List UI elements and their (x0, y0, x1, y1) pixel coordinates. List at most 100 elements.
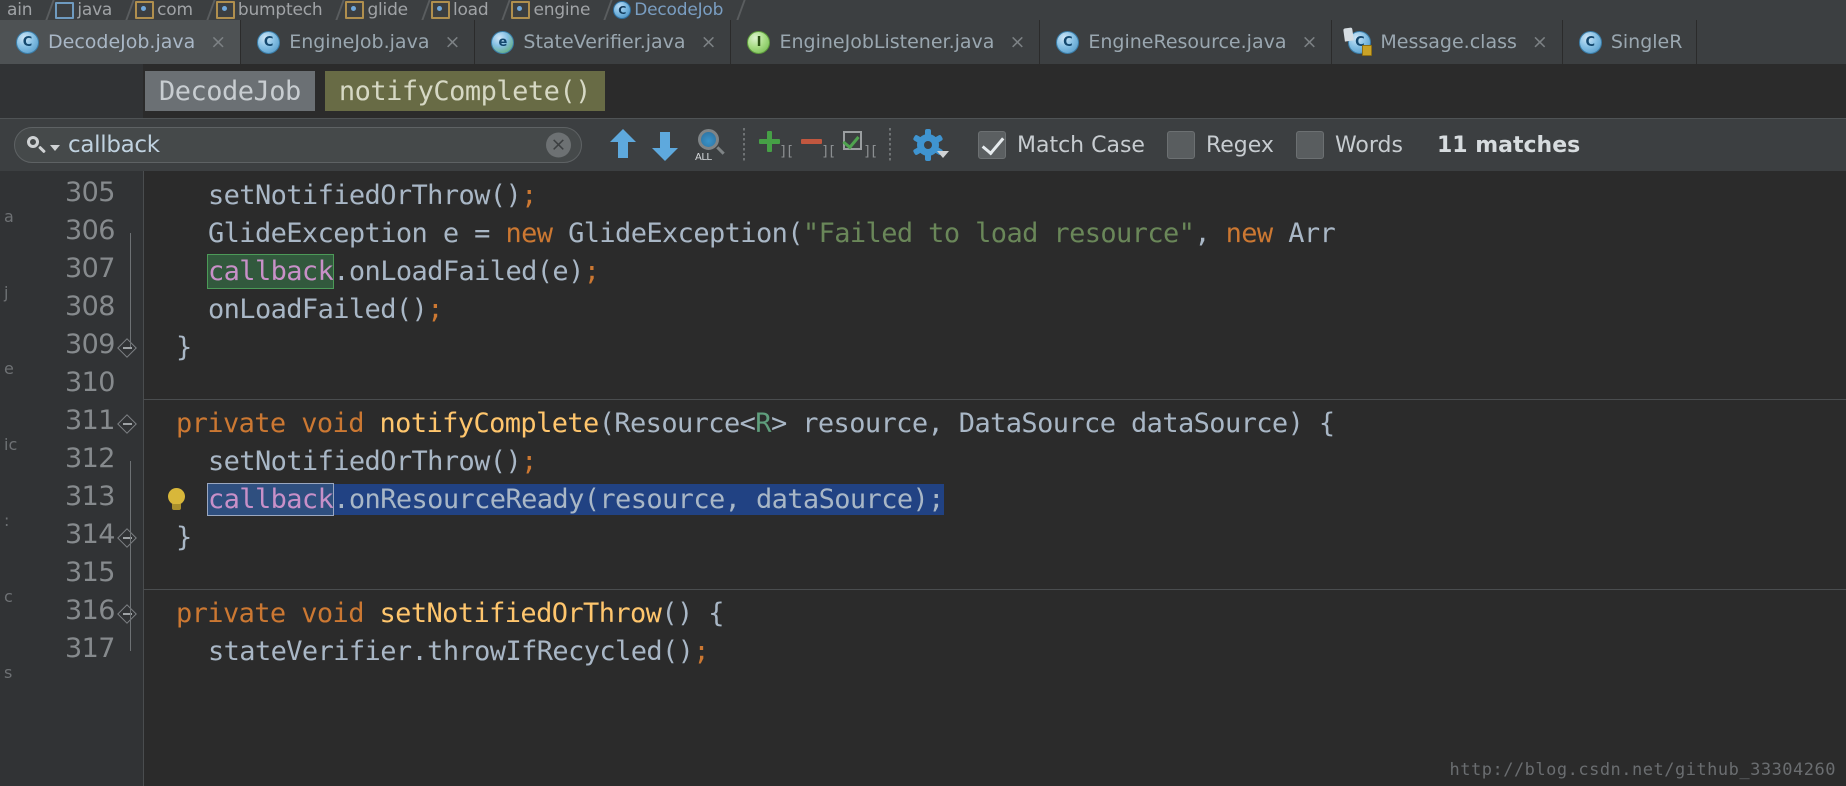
find-settings-button[interactable] (900, 124, 956, 166)
breadcrumb-label: ain (7, 0, 33, 20)
find-all-button[interactable]: ALL (686, 124, 734, 166)
editor-gutter[interactable]: 305 306 307 308 309 310 311 312 313 314 315 316 317 (20, 171, 144, 786)
remove-selection-icon: ][ (800, 130, 836, 160)
breadcrumb-separator-icon (596, 0, 609, 20)
code-line[interactable]: setNotifiedOrThrow(); (208, 443, 537, 481)
editor-tab-singler[interactable]: C SingleR (1563, 20, 1698, 64)
fold-guide-line (130, 233, 131, 347)
package-icon (135, 1, 155, 19)
code-line[interactable]: callback.onLoadFailed(e); (206, 253, 600, 291)
code-token: } (176, 332, 192, 363)
find-previous-button[interactable] (602, 124, 644, 166)
watermark-text: http://blog.csdn.net/github_33304260 (1449, 760, 1836, 780)
code-line[interactable]: GlideException e = new GlideException("F… (208, 215, 1336, 253)
search-input[interactable]: callback (68, 132, 160, 158)
breadcrumb-item-engine[interactable]: engine (507, 0, 596, 20)
select-all-occurrences-button[interactable]: ][ (838, 124, 880, 166)
toolbar-separator-2 (889, 128, 891, 162)
toolbar-separator (743, 128, 745, 162)
code-token: "Failed to load resource" (802, 218, 1195, 249)
close-icon[interactable]: × (701, 32, 717, 52)
close-icon[interactable]: × (1009, 32, 1025, 52)
compiled-class-icon: C (1348, 30, 1373, 56)
code-token: ; (521, 180, 537, 211)
code-line[interactable]: callback.onResourceReady(resource, dataS… (206, 481, 944, 519)
regex-checkbox[interactable] (1166, 131, 1195, 159)
editor-tab-message-class[interactable]: C Message.class × (1332, 20, 1563, 64)
editor-tab-enginejob-java[interactable]: C EngineJob.java × (241, 20, 476, 64)
breadcrumb-item-ain[interactable]: ain (0, 0, 38, 20)
code-fold-collapse-icon[interactable] (116, 337, 138, 359)
code-fold-expand-icon[interactable] (116, 413, 138, 435)
chevron-down-icon (937, 151, 949, 158)
breadcrumb-item-java[interactable]: java (51, 0, 118, 20)
breadcrumb-item-glide[interactable]: glide (341, 0, 414, 20)
close-icon[interactable]: × (444, 32, 460, 52)
method-separator (144, 399, 1846, 400)
search-history-dropdown-icon[interactable] (50, 144, 60, 151)
editor-tab-engineresource-java[interactable]: C EngineResource.java × (1040, 20, 1333, 64)
code-line[interactable]: onLoadFailed(); (208, 291, 443, 329)
breadcrumb-item-load[interactable]: load (427, 0, 495, 20)
scope-chip-class[interactable]: DecodeJob (145, 71, 315, 111)
code-line[interactable]: } (176, 329, 192, 367)
code-token: Arr (1272, 218, 1336, 249)
option-regex[interactable]: Regex (1166, 131, 1274, 159)
find-all-label: ALL (695, 152, 712, 163)
line-number: 316 (64, 595, 116, 626)
code-token: private void (176, 598, 380, 629)
code-content[interactable]: setNotifiedOrThrow(); GlideException e = … (144, 171, 1846, 786)
structure-mark: ic (4, 435, 18, 454)
clear-search-icon[interactable]: × (546, 132, 571, 158)
search-field[interactable]: callback × (14, 127, 582, 163)
scope-chip-method[interactable]: notifyComplete() (324, 71, 605, 111)
intention-bulb-icon[interactable] (164, 487, 190, 513)
code-line[interactable]: stateVerifier.throwIfRecycled(); (208, 633, 710, 671)
code-line[interactable]: private void notifyComplete(Resource<R> … (176, 405, 1335, 443)
code-line[interactable]: } (176, 519, 192, 557)
structure-mark: c (4, 587, 13, 606)
java-enum-icon: e (491, 30, 515, 54)
find-nav-group: ALL (582, 124, 734, 166)
method-separator (144, 589, 1846, 590)
words-checkbox[interactable] (1295, 131, 1324, 159)
line-number: 306 (64, 215, 116, 246)
option-words[interactable]: Words (1295, 131, 1403, 159)
java-class-icon: C (16, 30, 39, 54)
java-class-icon: C (613, 1, 632, 19)
editor-tab-stateverifier-java[interactable]: e StateVerifier.java × (475, 20, 732, 64)
breadcrumb-label: load (452, 0, 489, 20)
package-icon (430, 1, 450, 19)
breadcrumb-item-bumptech[interactable]: bumptech (212, 0, 329, 20)
find-next-button[interactable] (644, 124, 686, 166)
code-fold-expand-icon[interactable] (116, 603, 138, 625)
match-case-checkbox[interactable] (978, 131, 1006, 159)
line-number: 312 (64, 443, 116, 474)
remove-selection-button[interactable]: ][ (796, 124, 838, 166)
code-editor[interactable]: a j e ic: c s 305 306 307 308 309 310 311 312 313 314 3… (0, 171, 1846, 786)
chipbar-gutter-spacer (0, 64, 143, 118)
fold-guide-line (130, 461, 131, 651)
code-line[interactable]: private void setNotifiedOrThrow() { (176, 595, 725, 633)
editor-tab-enginejoblistener-java[interactable]: I EngineJobListener.java × (731, 20, 1041, 64)
option-match-case[interactable]: Match Case (978, 131, 1145, 159)
close-icon[interactable]: × (210, 32, 226, 52)
code-line[interactable]: setNotifiedOrThrow(); (208, 177, 537, 215)
line-number: 315 (64, 557, 116, 588)
selection-group: ][ ][ ][ (754, 124, 880, 166)
package-icon (511, 1, 531, 19)
code-token: ; (583, 256, 600, 287)
breadcrumb-separator-icon (729, 0, 742, 20)
close-icon[interactable]: × (1301, 32, 1317, 52)
code-token: ; (693, 636, 709, 667)
editor-tab-decodejob-java[interactable]: C DecodeJob.java × (0, 20, 242, 64)
selected-text: .onResourceReady(resource, dataSource); (333, 484, 944, 515)
code-fold-collapse-icon[interactable] (116, 527, 138, 549)
close-icon[interactable]: × (1532, 32, 1548, 52)
code-token: onLoadFailed() (208, 294, 428, 325)
breadcrumb-item-com[interactable]: com (131, 0, 199, 20)
line-number: 311 (64, 405, 116, 436)
add-selection-button[interactable]: ][ (754, 124, 796, 166)
breadcrumb-item-decodejob[interactable]: C DecodeJob (609, 0, 729, 20)
code-token: GlideException( (552, 218, 803, 249)
